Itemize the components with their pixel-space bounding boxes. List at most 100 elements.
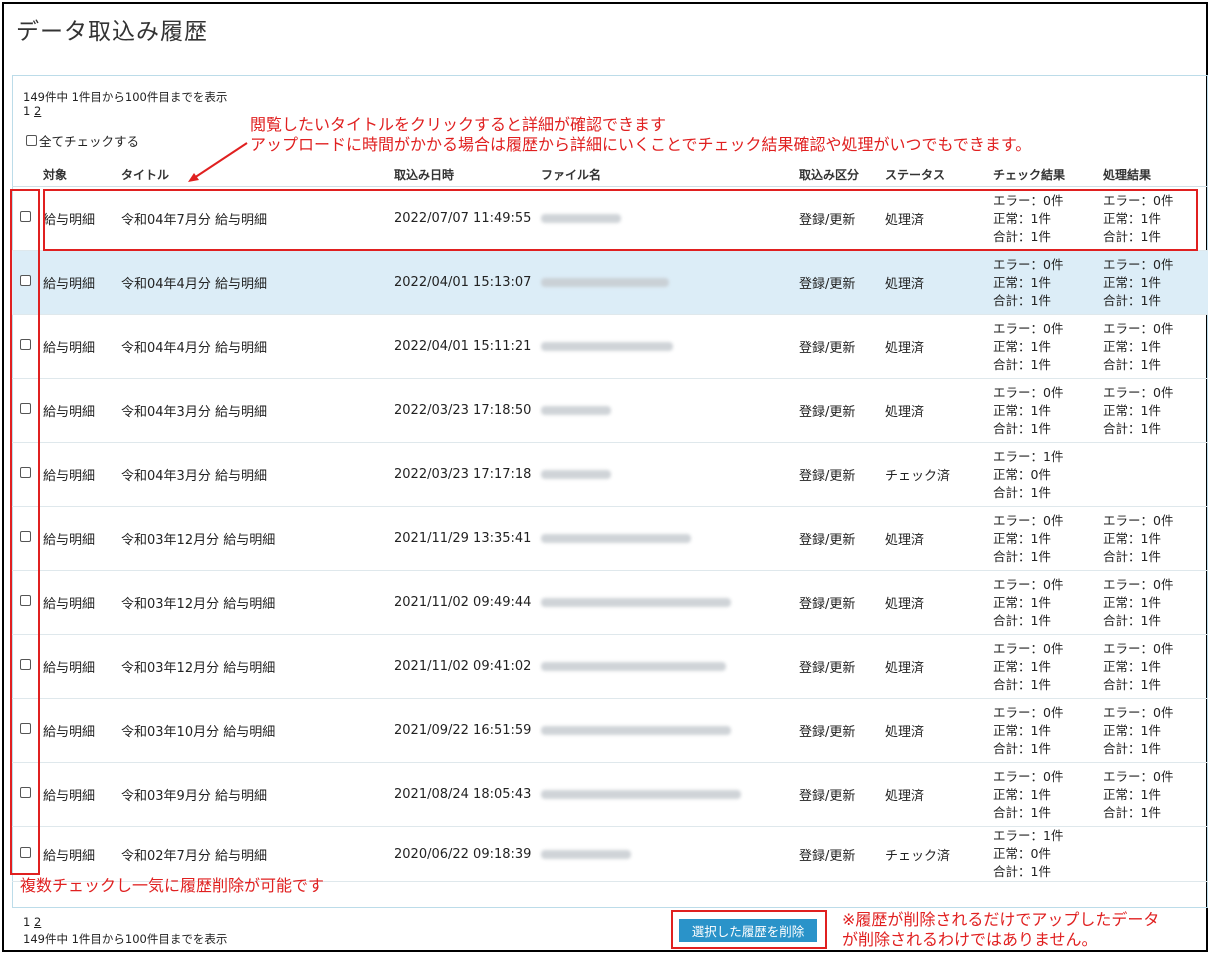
row-filename <box>535 826 793 882</box>
process-result-line: 合計：1件 <box>1103 548 1161 564</box>
row-process-result: エラー：0件 正常：1件 合計：1件 <box>1097 250 1208 315</box>
process-result-line: エラー：0件 <box>1103 704 1174 720</box>
annotation-delete-note-2: が削除されるわけではありません。 <box>842 930 1098 949</box>
table-row[interactable]: 給与明細 令和03年9月分 給与明細 2021/08/24 18:05:43 登録/更… <box>12 762 1208 827</box>
row-process-result: エラー：0件 正常：1件 合計：1件 <box>1097 314 1208 379</box>
row-status: 処理済 <box>879 506 987 571</box>
col-datetime[interactable]: 取込み日時 <box>388 162 535 187</box>
filename-redacted <box>541 849 631 859</box>
col-process-result[interactable]: 処理結果 <box>1097 162 1208 187</box>
pager-link-2[interactable]: 2 <box>34 104 41 118</box>
table-row[interactable]: 給与明細 令和02年7月分 給与明細 2020/06/22 09:18:39 登録/更… <box>12 826 1208 882</box>
row-datetime: 2021/09/22 16:51:59 <box>388 698 535 763</box>
process-result-line: 合計：1件 <box>1103 804 1161 820</box>
col-check-result[interactable]: チェック結果 <box>987 162 1097 187</box>
table-row[interactable]: 給与明細 令和03年12月分 給与明細 2021/11/02 09:49:44 登録/… <box>12 570 1208 635</box>
process-result-line: エラー：0件 <box>1103 320 1174 336</box>
row-datetime: 2021/11/02 09:41:02 <box>388 634 535 699</box>
table-row[interactable]: 給与明細 令和03年12月分 給与明細 2021/11/02 09:41:02 登録/… <box>12 634 1208 699</box>
check-result-line: 正常：1件 <box>993 338 1051 354</box>
row-title[interactable]: 令和02年7月分 給与明細 <box>115 826 388 882</box>
row-check-result: エラー：0件 正常：1件 合計：1件 <box>987 698 1097 763</box>
row-title[interactable]: 令和03年10月分 給与明細 <box>115 698 388 763</box>
col-title[interactable]: タイトル <box>115 162 388 187</box>
row-datetime: 2021/11/02 09:49:44 <box>388 570 535 635</box>
table-row[interactable]: 給与明細 令和04年3月分 給与明細 2022/03/23 17:18:50 登録/更… <box>12 378 1208 443</box>
row-target: 給与明細 <box>37 378 115 443</box>
col-status[interactable]: ステータス <box>879 162 987 187</box>
process-result-line: 正常：1件 <box>1103 786 1161 802</box>
row-kubun: 登録/更新 <box>793 826 879 882</box>
pager-link-2-bottom[interactable]: 2 <box>34 915 41 929</box>
check-all[interactable]: 全てチェックする <box>26 131 139 150</box>
check-result-line: エラー：0件 <box>993 384 1064 400</box>
row-title[interactable]: 令和03年12月分 給与明細 <box>115 634 388 699</box>
row-status: 処理済 <box>879 314 987 379</box>
row-title[interactable]: 令和03年12月分 給与明細 <box>115 506 388 571</box>
row-filename <box>535 250 793 315</box>
row-status: 処理済 <box>879 762 987 827</box>
row-target: 給与明細 <box>37 506 115 571</box>
filename-redacted <box>541 342 673 351</box>
row-title[interactable]: 令和04年3月分 給与明細 <box>115 442 388 507</box>
check-result-line: 合計：1件 <box>993 484 1051 500</box>
row-title[interactable]: 令和03年12月分 給与明細 <box>115 570 388 635</box>
check-result-line: エラー：0件 <box>993 640 1064 656</box>
row-datetime: 2022/03/23 17:17:18 <box>388 442 535 507</box>
check-all-checkbox[interactable] <box>26 135 37 146</box>
col-kubun[interactable]: 取込み区分 <box>793 162 879 187</box>
row-process-result: エラー：0件 正常：1件合計：1件 <box>1097 698 1208 763</box>
row-target: 給与明細 <box>37 698 115 763</box>
row-status: チェック済 <box>879 826 987 882</box>
col-check <box>12 162 37 187</box>
row-status: 処理済 <box>879 698 987 763</box>
row-check-result: エラー：1件 正常：0件 合計：1件 <box>987 442 1097 507</box>
check-result-line: エラー：0件 <box>993 512 1064 528</box>
page-title: データ取込み履歴 <box>16 19 208 45</box>
row-title[interactable]: 令和04年4月分 給与明細 <box>115 314 388 379</box>
annotation-checkbox-note: 複数チェックし一気に履歴削除が可能です <box>20 876 325 895</box>
table-row[interactable]: 給与明細 令和04年4月分 給与明細 2022/04/01 15:11:21 登録/更… <box>12 314 1208 379</box>
row-title[interactable]: 令和04年4月分 給与明細 <box>115 250 388 315</box>
filename-redacted <box>541 662 726 671</box>
filename-redacted <box>541 278 669 287</box>
col-target[interactable]: 対象 <box>37 162 115 187</box>
row-filename <box>535 762 793 827</box>
row-filename <box>535 442 793 507</box>
check-result-line: 正常：1件 <box>993 722 1051 738</box>
table-row[interactable]: 給与明細 令和04年3月分 給与明細 2022/03/23 17:17:18 登録/更… <box>12 442 1208 507</box>
process-result-line: 合計：1件 <box>1103 740 1161 756</box>
row-status: 処理済 <box>879 378 987 443</box>
delete-selected-button[interactable]: 選択した履歴を削除 <box>679 919 817 942</box>
row-kubun: 登録/更新 <box>793 762 879 827</box>
check-result-line: 正常：1件 <box>993 594 1051 610</box>
annotation-delete-note-1: ※履歴が削除されるだけでアップしたデータ <box>842 910 1160 929</box>
check-result-line: 合計：1件 <box>993 292 1051 308</box>
row-target: 給与明細 <box>37 314 115 379</box>
filename-redacted <box>541 790 741 799</box>
row-process-result: エラー：0件 正常：1件 合計：1件 <box>1097 378 1208 443</box>
col-filename[interactable]: ファイル名 <box>535 162 793 187</box>
table-row[interactable]: 給与明細 令和04年4月分 給与明細 2022/04/01 15:13:07 登録/更… <box>12 250 1208 315</box>
annotation-title-note-2: アップロードに時間がかかる場合は履歴から詳細にいくことでチェック結果確認や処理が… <box>250 135 1032 154</box>
process-result-line: 合計：1件 <box>1103 420 1161 436</box>
row-title[interactable]: 令和03年9月分 給与明細 <box>115 762 388 827</box>
row-check-result: エラー：0件 正常：1件 合計：1件 <box>987 762 1097 827</box>
row-title[interactable]: 令和04年3月分 給与明細 <box>115 378 388 443</box>
check-result-line: エラー：0件 <box>993 320 1064 336</box>
row-check-result: エラー：0件 正常：1件 合計：1件 <box>987 378 1097 443</box>
process-result-line: エラー：0件 <box>1103 768 1174 784</box>
process-result-line: 正常：1件 <box>1103 722 1161 738</box>
check-result-line: 合計：1件 <box>993 548 1051 564</box>
row-check-result: エラー：0件 正常：1件 合計：1件 <box>987 250 1097 315</box>
row-kubun: 登録/更新 <box>793 442 879 507</box>
check-result-line: エラー：1件 <box>993 448 1064 464</box>
table-row[interactable]: 給与明細 令和03年10月分 給与明細 2021/09/22 16:51:59 登録/… <box>12 698 1208 763</box>
check-result-line: エラー：0件 <box>993 768 1064 784</box>
check-result-line: 合計：1件 <box>993 612 1051 628</box>
row-datetime: 2022/03/23 17:18:50 <box>388 378 535 443</box>
table-header: 対象 タイトル 取込み日時 ファイル名 取込み区分 ステータス チェック結果 処… <box>12 162 1208 187</box>
table-row[interactable]: 給与明細 令和03年12月分 給与明細 2021/11/29 13:35:41 登録/… <box>12 506 1208 571</box>
pager-top: 1 2 <box>23 104 41 118</box>
row-status: 処理済 <box>879 250 987 315</box>
